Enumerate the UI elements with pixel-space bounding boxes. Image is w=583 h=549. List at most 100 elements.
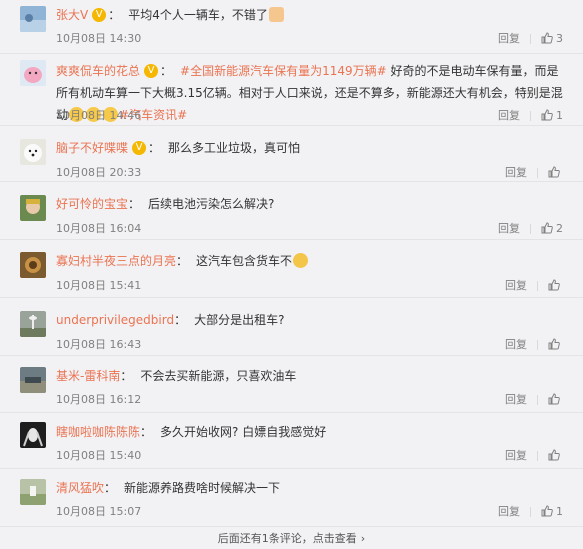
divider [537,395,538,405]
like-button[interactable] [548,393,563,406]
reply-button[interactable]: 回复 [505,391,527,407]
reply-button[interactable]: 回复 [498,107,520,123]
reply-button[interactable]: 回复 [505,277,527,293]
comment-line: 清风猛吹： 新能源养路费啥时候解决一下 [56,477,563,499]
divider [537,281,538,291]
comment-line: 好可怜的宝宝： 后续电池污染怎么解决? [56,193,563,215]
colon: ： [108,8,121,22]
timestamp: 10月08日 14:30 [56,32,142,45]
like-icon [548,338,560,350]
comment-item: 清风猛吹： 新能源养路费啥时候解决一下 10月08日 15:07 回复 1 [0,469,583,527]
comment-line: underprivilegedbird： 大部分是出租车? [56,309,563,331]
username-link[interactable]: 脑子不好喋喋 [56,141,128,155]
comment-text: 那么多工业垃圾，真可怕 [168,141,301,155]
colon: ： [120,369,133,383]
avatar[interactable] [20,311,46,337]
username-link[interactable]: 瞎咖啦咖陈陈陈 [56,425,140,439]
timestamp: 10月08日 16:12 [56,393,142,406]
like-icon [548,166,560,178]
comment-text: 大部分是出租车? [194,313,285,327]
comment-item: 基米-雷科南： 不会去买新能源，只喜欢油车 10月08日 16:12 回复 [0,356,583,413]
comment-item: 爽爽侃车的花总 V： #全国新能源汽车保有量为1149万辆# 好奇的不是电动车保有量… [0,54,583,126]
colon: ： [176,254,189,268]
like-icon [541,222,553,234]
avatar[interactable] [20,422,46,448]
reply-button[interactable]: 回复 [498,220,520,236]
reply-button[interactable]: 回复 [505,336,527,352]
comment-item: 寡妇村半夜三点的月亮： 这汽车包含货车不 10月08日 15:41 回复 [0,240,583,298]
colon: ： [160,64,173,78]
reply-button[interactable]: 回复 [505,447,527,463]
comment-actions: 回复 [505,164,563,180]
avatar[interactable] [20,367,46,393]
divider [537,340,538,350]
thumbs-up-emoji-icon [268,7,284,22]
username-link[interactable]: 好可怜的宝宝 [56,197,128,211]
avatar[interactable] [20,139,46,165]
username-link[interactable]: underprivilegedbird [56,313,174,327]
reply-button[interactable]: 回复 [498,30,520,46]
timestamp: 10月08日 14:46 [56,109,142,122]
like-button[interactable] [548,338,563,351]
more-comments-link[interactable]: 后面还有1条评论，点击查看 › [0,528,583,549]
like-button[interactable] [548,279,563,292]
username-link[interactable]: 清风猛吹 [56,481,104,495]
reply-button[interactable]: 回复 [505,164,527,180]
colon: ： [148,141,161,155]
like-button[interactable]: 2 [541,222,563,235]
colon: ： [174,313,187,327]
comment-item: 瞎咖啦咖陈陈陈： 多久开始收网? 白嫖自我感觉好 10月08日 15:40 回复 [0,413,583,469]
comment-line: 瞎咖啦咖陈陈陈： 多久开始收网? 白嫖自我感觉好 [56,421,563,443]
like-button[interactable]: 1 [541,109,563,122]
avatar[interactable] [20,479,46,505]
timestamp: 10月08日 15:07 [56,505,142,518]
like-button[interactable] [548,449,563,462]
like-icon [548,393,560,405]
avatar[interactable] [20,252,46,278]
like-icon [548,279,560,291]
comment-actions: 回复 [505,447,563,463]
avatar[interactable] [20,195,46,221]
comment-text: 多久开始收网? 白嫖自我感觉好 [160,425,327,439]
like-button[interactable]: 3 [541,32,563,45]
like-count: 1 [556,505,563,518]
divider [530,224,531,234]
like-count: 3 [556,32,563,45]
comment-item: 好可怜的宝宝： 后续电池污染怎么解决? 10月08日 16:04 回复 2 [0,182,583,240]
colon: ： [104,481,117,495]
reply-button[interactable]: 回复 [498,503,520,519]
comment-item: 张大V V： 平均4个人一辆车，不错了 10月08日 14:30 回复 3 [0,0,583,54]
comment-actions: 回复 3 [498,30,563,46]
like-button[interactable] [548,166,563,179]
username-link[interactable]: 寡妇村半夜三点的月亮 [56,254,176,268]
comment-actions: 回复 [505,336,563,352]
rolling-eyes-emoji-icon [293,253,309,268]
username-link[interactable]: 张大V [56,8,88,22]
username-link[interactable]: 爽爽侃车的花总 [56,64,140,78]
divider [530,111,531,121]
timestamp: 10月08日 16:43 [56,338,142,351]
comment-actions: 回复 [505,391,563,407]
avatar[interactable] [20,60,46,86]
like-icon [541,109,553,121]
verified-icon: V [132,140,147,155]
comment-text: 新能源养路费啥时候解决一下 [124,481,281,495]
username-link[interactable]: 基米-雷科南 [56,369,120,383]
colon: ： [128,197,141,211]
divider [537,168,538,178]
comment-text: 不会去买新能源，只喜欢油车 [140,369,297,383]
comment-text: 平均4个人一辆车，不错了 [128,8,268,22]
timestamp: 10月08日 16:04 [56,222,142,235]
like-count: 2 [556,222,563,235]
like-count: 1 [556,109,563,122]
verified-icon: V [144,63,159,78]
topic-tag-link[interactable]: #全国新能源汽车保有量为1149万辆# [180,64,387,78]
verified-icon: V [92,7,107,22]
avatar[interactable] [20,6,46,32]
comment-actions: 回复 2 [498,220,563,236]
divider [537,451,538,461]
comment-text: 后续电池污染怎么解决? [148,197,275,211]
timestamp: 10月08日 20:33 [56,166,142,179]
like-button[interactable]: 1 [541,505,563,518]
comment-actions: 回复 1 [498,503,563,519]
